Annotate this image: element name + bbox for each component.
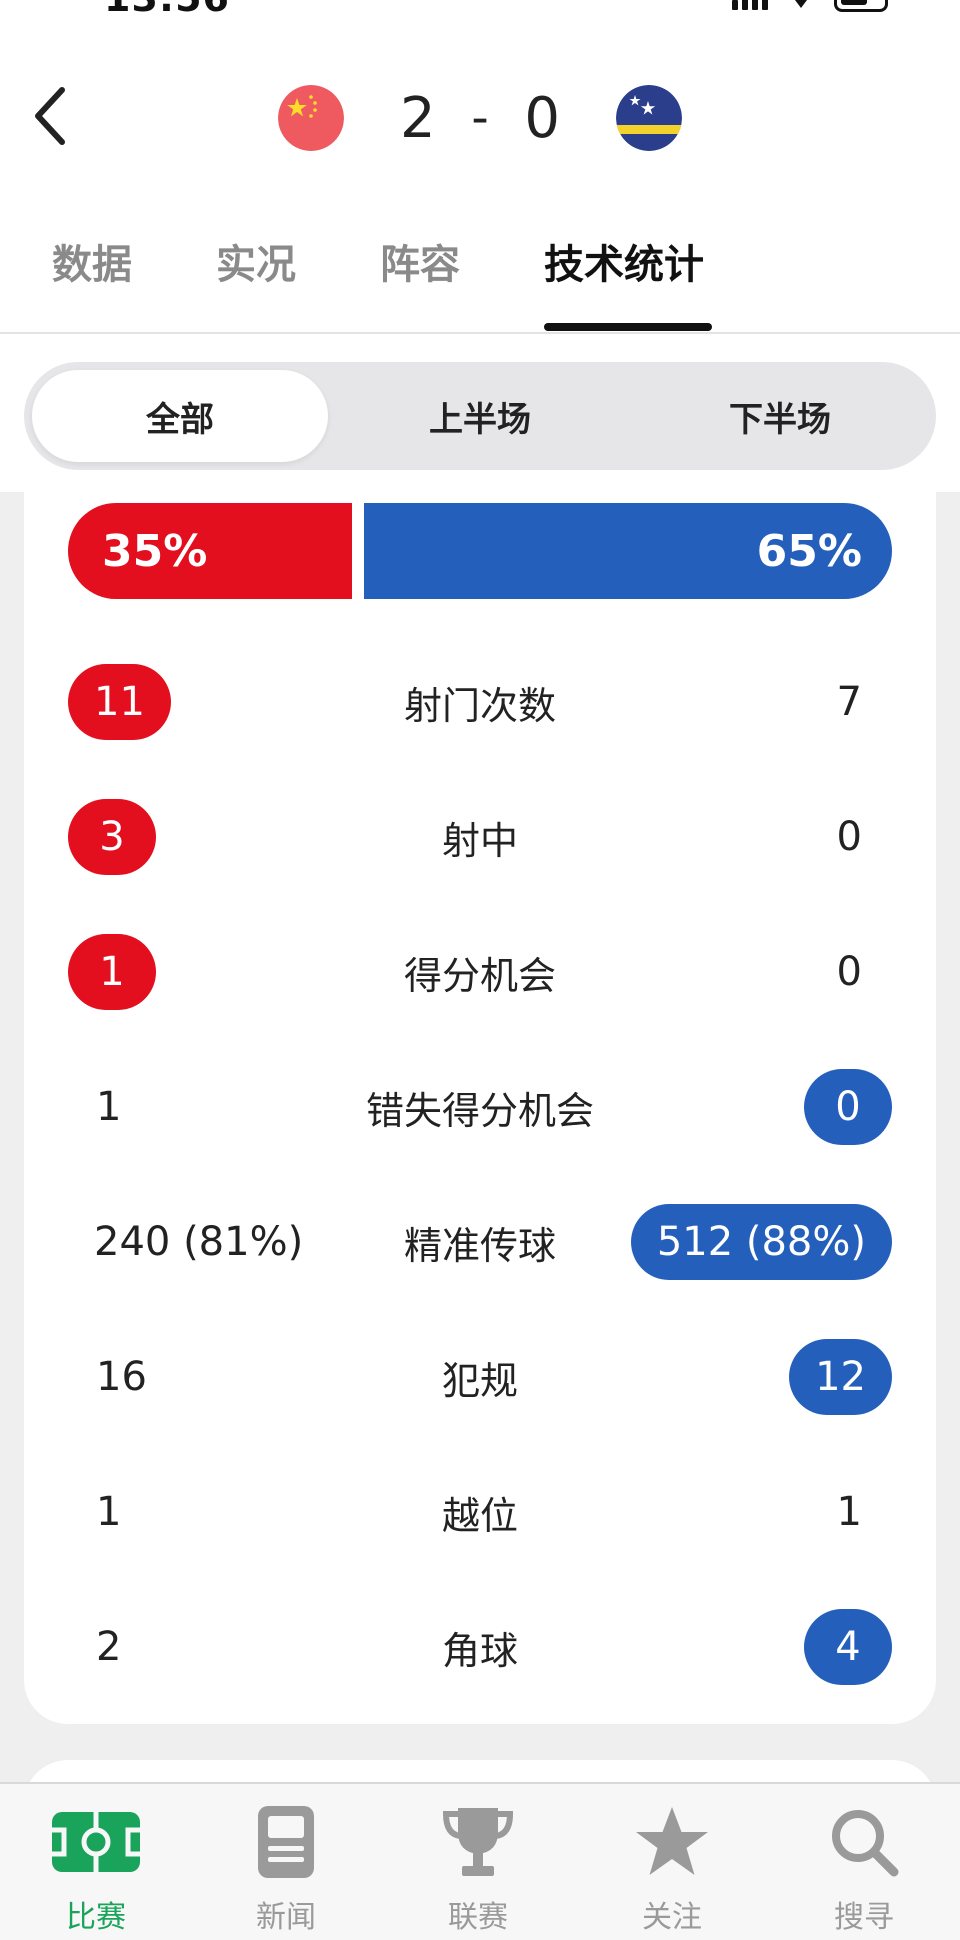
match-score: 2 - 0	[400, 80, 560, 156]
stat-row: 犯规 16 12	[68, 1339, 892, 1415]
away-stat-value: 0	[836, 814, 862, 860]
stat-row: 错失得分机会 1 0	[68, 1069, 892, 1145]
stat-row: 射门次数 11 7	[68, 664, 892, 740]
home-stat-value: 16	[96, 1354, 147, 1400]
china-flag-icon	[278, 85, 344, 151]
stat-row: 射中 3 0	[68, 799, 892, 875]
stat-row: 得分机会 1 0	[68, 934, 892, 1010]
stat-label: 犯规	[441, 1358, 518, 1403]
news-icon	[236, 1802, 336, 1882]
period-filter: 全部 上半场 下半场	[24, 362, 936, 470]
star-icon	[622, 1802, 722, 1882]
status-icons	[732, 0, 888, 12]
tab-divider	[0, 332, 960, 334]
away-stat-value: 1	[836, 1489, 862, 1535]
nav-label: 联赛	[448, 1900, 508, 1935]
filter-all[interactable]: 全部	[32, 370, 328, 462]
tab-bar: 数据 实况 阵容 技术统计	[0, 222, 960, 332]
nav-label: 比赛	[66, 1900, 126, 1935]
battery-icon	[834, 0, 888, 12]
away-score: 0	[524, 85, 560, 151]
stat-label: 射门次数	[403, 683, 556, 728]
home-stat-value: 2	[96, 1624, 122, 1670]
home-stat-value: 3	[68, 799, 156, 875]
home-stat-value: 1	[96, 1489, 122, 1535]
pitch-icon	[46, 1802, 146, 1882]
away-stat-value: 0	[836, 949, 862, 995]
home-stat-value: 240 (81%)	[94, 1219, 304, 1265]
nav-label: 搜寻	[834, 1900, 894, 1935]
stat-label: 错失得分机会	[365, 1088, 594, 1133]
stat-label: 越位	[441, 1493, 518, 1538]
possession-bar: 35% 65%	[68, 503, 892, 599]
home-stat-value: 1	[96, 1084, 122, 1130]
filter-second-half[interactable]: 下半场	[632, 370, 928, 462]
nav-label: 关注	[642, 1900, 702, 1935]
away-stat-value: 0	[804, 1069, 892, 1145]
nav-search[interactable]: 搜寻	[804, 1784, 924, 1940]
nav-following[interactable]: 关注	[612, 1784, 732, 1940]
wifi-icon	[786, 0, 816, 10]
tab-lineup[interactable]: 阵容	[380, 232, 460, 290]
tab-live[interactable]: 实况	[216, 232, 296, 290]
nav-news[interactable]: 新闻	[226, 1784, 346, 1940]
chevron-left-icon	[35, 87, 65, 145]
away-stat-value: 512 (88%)	[630, 1204, 892, 1280]
nav-label: 新闻	[256, 1900, 316, 1935]
tab-technical-stats[interactable]: 技术统计	[544, 232, 704, 290]
filter-first-half[interactable]: 上半场	[332, 370, 628, 462]
away-stat-value: 7	[836, 679, 862, 725]
search-icon	[814, 1802, 914, 1882]
away-stat-value: 12	[789, 1339, 892, 1415]
curacao-flag-icon	[616, 85, 682, 151]
status-time: 13:56	[104, 0, 230, 20]
stat-row: 越位 1 1	[68, 1474, 892, 1550]
stat-label: 角球	[441, 1628, 518, 1673]
away-possession: 65%	[364, 503, 892, 599]
stat-row: 角球 2 4	[68, 1609, 892, 1685]
score-separator: -	[471, 90, 489, 146]
active-tab-indicator	[544, 323, 712, 331]
bottom-nav: 比赛 新闻 联赛 关注 搜寻	[0, 1782, 960, 1940]
nav-leagues[interactable]: 联赛	[418, 1784, 538, 1940]
signal-icon	[732, 0, 768, 10]
home-stat-value: 1	[68, 934, 156, 1010]
tab-data[interactable]: 数据	[52, 232, 132, 290]
trophy-icon	[428, 1802, 528, 1882]
away-stat-value: 4	[804, 1609, 892, 1685]
home-score: 2	[400, 85, 436, 151]
nav-matches[interactable]: 比赛	[36, 1784, 156, 1940]
back-button[interactable]	[18, 80, 82, 152]
stat-row: 精准传球 240 (81%) 512 (88%)	[68, 1204, 892, 1280]
home-possession: 35%	[68, 503, 352, 599]
away-team-flag[interactable]	[616, 85, 682, 151]
stat-label: 得分机会	[403, 953, 556, 998]
home-team-flag[interactable]	[278, 85, 344, 151]
home-stat-value: 11	[68, 664, 171, 740]
stat-label: 射中	[441, 818, 518, 863]
